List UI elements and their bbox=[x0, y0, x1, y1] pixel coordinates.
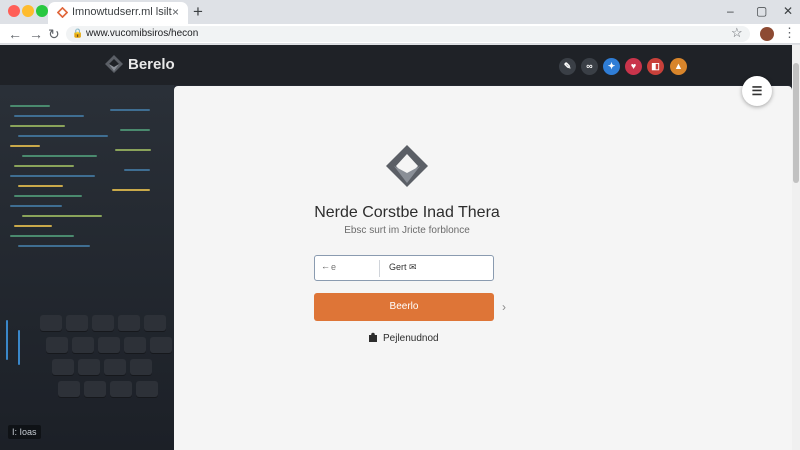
login-field-prefix: e bbox=[331, 262, 337, 272]
back-icon[interactable]: ← bbox=[8, 25, 22, 43]
tab-close-icon[interactable]: × bbox=[172, 5, 179, 19]
login-input[interactable]: ← e Gert ✉ bbox=[314, 255, 494, 281]
site-logo-icon bbox=[386, 145, 428, 187]
twitter-icon[interactable]: ✦ bbox=[603, 58, 620, 75]
brand-logo-icon[interactable] bbox=[104, 54, 124, 74]
tab-bar: Imnowtudserr.ml lsilt × + – ▢ ✕ bbox=[0, 0, 800, 24]
login-field-icon: ← bbox=[321, 261, 330, 271]
hero-image: I: Ioas bbox=[0, 85, 174, 450]
browser-menu-icon[interactable]: ⋮ bbox=[783, 25, 796, 41]
forward-icon[interactable]: → bbox=[29, 25, 43, 43]
login-field-value: Gert ✉ bbox=[389, 262, 417, 272]
bookmark-star-icon[interactable]: ☆ bbox=[731, 25, 743, 41]
maximize-icon[interactable]: ▢ bbox=[756, 3, 767, 19]
url-input[interactable]: 🔒 www.vucomibsiros/hecon bbox=[66, 26, 750, 42]
minimize-icon[interactable]: – bbox=[727, 3, 734, 19]
favicon-icon bbox=[57, 7, 68, 18]
browser-tab[interactable]: Imnowtudserr.ml lsilt × bbox=[48, 2, 188, 24]
page-scrollbar[interactable] bbox=[792, 45, 800, 450]
minimize-window-dot[interactable] bbox=[22, 5, 34, 17]
scrollbar-thumb[interactable] bbox=[793, 63, 799, 183]
tab-title: Imnowtudserr.ml lsilt bbox=[72, 6, 172, 18]
address-bar: ← → ↻ 🔒 www.vucomibsiros/hecon ☆ ⋮ bbox=[0, 24, 800, 44]
profile-avatar[interactable] bbox=[760, 27, 774, 41]
new-tab-icon[interactable]: + bbox=[193, 2, 203, 22]
hero-caption: I: Ioas bbox=[8, 425, 41, 439]
close-icon[interactable]: ✕ bbox=[783, 3, 793, 19]
rss-icon[interactable]: ◧ bbox=[647, 58, 664, 75]
field-divider bbox=[379, 260, 380, 277]
menu-toggle-button[interactable]: ☰ bbox=[742, 76, 772, 106]
site-viewport: Berelo ✎ ∞ ✦ ♥ ◧ ▲ I: Ioas bbox=[0, 45, 800, 450]
zoom-window-dot[interactable] bbox=[36, 5, 48, 17]
site-top-nav: Berelo ✎ ∞ ✦ ♥ ◧ ▲ bbox=[0, 45, 800, 85]
puzzle-icon bbox=[369, 332, 377, 342]
reload-icon[interactable]: ↻ bbox=[48, 25, 60, 43]
heart-icon[interactable]: ♥ bbox=[625, 58, 642, 75]
secondary-link[interactable]: Pejlenudnod bbox=[383, 333, 439, 344]
edit-icon[interactable]: ✎ bbox=[559, 58, 576, 75]
url-text: www.vucomibsiros/hecon bbox=[86, 28, 199, 39]
primary-login-button[interactable]: Beerlo bbox=[314, 293, 494, 321]
brand-name[interactable]: Berelo bbox=[128, 56, 175, 73]
page-heading: Nerde Corstbe Inad Thera bbox=[314, 204, 500, 221]
chevron-right-icon[interactable]: › bbox=[502, 300, 506, 314]
close-window-dot[interactable] bbox=[8, 5, 20, 17]
lock-icon: 🔒 bbox=[72, 28, 84, 38]
link-icon[interactable]: ∞ bbox=[581, 58, 598, 75]
warning-icon[interactable]: ▲ bbox=[670, 58, 687, 75]
page-subheading: Ebsc surt im Jricte forblonce bbox=[344, 225, 470, 236]
